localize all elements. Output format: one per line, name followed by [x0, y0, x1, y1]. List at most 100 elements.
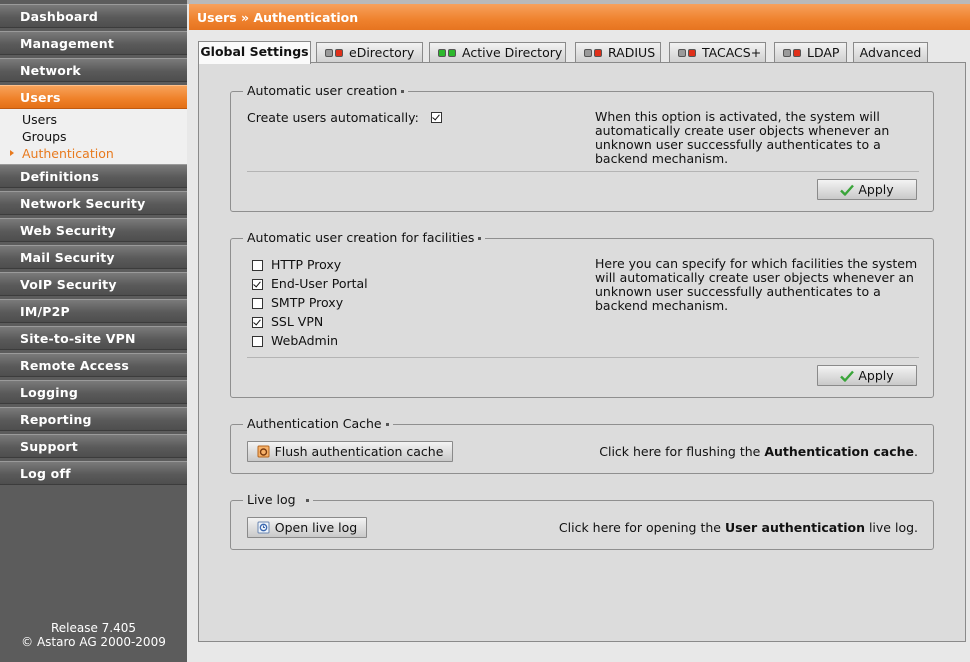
auto-user-creation-title: Automatic user creation: [247, 83, 398, 98]
smtp-proxy-label: SMTP Proxy: [271, 295, 344, 310]
end-user-portal-label: End-User Portal: [271, 276, 368, 291]
tab-advanced-label: Advanced: [859, 45, 922, 60]
ssl-vpn-checkbox[interactable]: [252, 317, 263, 328]
subnav-groups-label: Groups: [22, 129, 67, 144]
tab-tacacs[interactable]: TACACS+: [669, 42, 766, 63]
tab-radius[interactable]: RADIUS: [575, 42, 661, 63]
legend-marker-icon: [401, 90, 405, 93]
check-icon: [840, 370, 855, 382]
nav-mail-security[interactable]: Mail Security: [0, 245, 187, 269]
http-proxy-checkbox[interactable]: [252, 260, 263, 271]
live-log-hint: Click here for opening the User authenti…: [559, 521, 918, 535]
tab-global-settings-label: Global Settings: [200, 44, 309, 59]
help-line: automatically create user objects whenev…: [595, 123, 890, 138]
hint-suffix: live log.: [864, 520, 918, 535]
status-led-icon: [325, 48, 343, 57]
legend-marker-icon: [385, 423, 389, 426]
nav-site-to-site-vpn[interactable]: Site-to-site VPN: [0, 326, 187, 350]
subnav-authentication-label: Authentication: [22, 146, 114, 161]
nav-dashboard[interactable]: Dashboard: [0, 4, 187, 28]
apply-button[interactable]: Apply: [817, 365, 917, 386]
tab-tacacs-label: TACACS+: [702, 45, 762, 60]
check-icon: [840, 184, 855, 196]
help-line: Here you can specify for which facilitie…: [595, 256, 918, 271]
current-arrow-icon: [10, 150, 14, 156]
hint-text: Click here for flushing the: [599, 444, 765, 459]
hint-suffix: .: [914, 444, 918, 459]
nav-remote-access[interactable]: Remote Access: [0, 353, 187, 377]
tab-ldap[interactable]: LDAP: [774, 42, 847, 63]
nav-web-security[interactable]: Web Security: [0, 218, 187, 242]
help-line: backend mechanism.: [595, 151, 729, 166]
sidebar: Dashboard Management Network Users Users…: [0, 0, 187, 662]
nav-im-p2p[interactable]: IM/P2P: [0, 299, 187, 323]
flush-cache-icon: [257, 445, 270, 458]
divider: [247, 171, 919, 172]
hint-bold: Authentication cache: [764, 444, 915, 459]
copyright: © Astaro AG 2000-2009: [21, 635, 166, 649]
hint-text: Click here for opening the: [558, 520, 725, 535]
nav-definitions[interactable]: Definitions: [0, 164, 187, 188]
webadmin-label: WebAdmin: [271, 333, 339, 348]
flush-cache-label: Flush authentication cache: [274, 444, 444, 459]
flush-cache-hint: Click here for flushing the Authenticati…: [599, 445, 918, 459]
nav-reporting[interactable]: Reporting: [0, 407, 187, 431]
legend-marker-icon: [305, 499, 309, 502]
tab-active-directory[interactable]: Active Directory: [429, 42, 566, 63]
help-line: unknown user successfully authenticates …: [595, 137, 881, 152]
help-line: When this option is activated, the syste…: [595, 109, 880, 124]
tab-radius-label: RADIUS: [608, 45, 656, 60]
end-user-portal-checkbox[interactable]: [252, 279, 263, 290]
open-live-log-button[interactable]: Open live log: [247, 517, 367, 538]
subnav-users-label: Users: [22, 112, 58, 127]
nav-network-security[interactable]: Network Security: [0, 191, 187, 215]
release-version: Release 7.405: [50, 621, 137, 635]
smtp-proxy-checkbox[interactable]: [252, 298, 263, 309]
live-log-title: Live log: [247, 492, 296, 507]
nav-logging[interactable]: Logging: [0, 380, 187, 404]
status-led-icon: [438, 48, 456, 57]
open-live-log-label: Open live log: [274, 520, 358, 535]
create-users-checkbox[interactable]: [431, 112, 442, 123]
section-legend: Automatic user creation: [243, 83, 409, 99]
nav-voip-security[interactable]: VoIP Security: [0, 272, 187, 296]
subnav-groups[interactable]: Groups: [0, 128, 187, 145]
section-legend: Live log: [243, 492, 313, 508]
help-line: will automatically create user objects w…: [595, 270, 914, 285]
help-line: unknown user successfully authenticates …: [595, 284, 881, 299]
tab-ldap-label: LDAP: [807, 45, 840, 60]
http-proxy-label: HTTP Proxy: [271, 257, 342, 272]
facilities-help: Here you can specify for which facilitie…: [595, 257, 917, 313]
tab-edirectory[interactable]: eDirectory: [316, 42, 423, 63]
subnav-users[interactable]: Users: [0, 111, 187, 128]
nav-network[interactable]: Network: [0, 58, 187, 82]
status-led-icon: [783, 48, 801, 57]
apply-label: Apply: [858, 368, 894, 383]
tab-advanced[interactable]: Advanced: [853, 42, 928, 63]
auto-user-creation-section: Automatic user creation Create users aut…: [230, 83, 934, 212]
auth-cache-title: Authentication Cache: [247, 416, 382, 431]
webadmin-checkbox[interactable]: [252, 336, 263, 347]
ssl-vpn-label: SSL VPN: [271, 314, 324, 329]
nav-log-off[interactable]: Log off: [0, 461, 187, 485]
divider: [247, 357, 919, 358]
hint-bold: User authentication: [724, 520, 865, 535]
help-line: backend mechanism.: [595, 298, 729, 313]
tab-edirectory-label: eDirectory: [349, 45, 415, 60]
users-subnav: Users Groups Authentication: [0, 109, 187, 164]
tab-active-directory-label: Active Directory: [462, 45, 563, 60]
live-log-icon: [257, 521, 270, 534]
page-header: Users » Authentication: [189, 4, 970, 30]
breadcrumb: Users » Authentication: [197, 10, 359, 25]
facilities-title: Automatic user creation for facilities: [247, 230, 475, 245]
subnav-authentication[interactable]: Authentication: [0, 145, 187, 162]
tab-global-settings[interactable]: Global Settings: [198, 41, 311, 64]
nav-users[interactable]: Users: [0, 85, 187, 109]
content-panel: Automatic user creation Create users aut…: [198, 62, 966, 642]
legend-marker-icon: [478, 237, 482, 240]
flush-cache-button[interactable]: Flush authentication cache: [247, 441, 453, 462]
nav-support[interactable]: Support: [0, 434, 187, 458]
nav-management[interactable]: Management: [0, 31, 187, 55]
apply-button[interactable]: Apply: [817, 179, 917, 200]
facilities-section: Automatic user creation for facilities H…: [230, 230, 934, 398]
